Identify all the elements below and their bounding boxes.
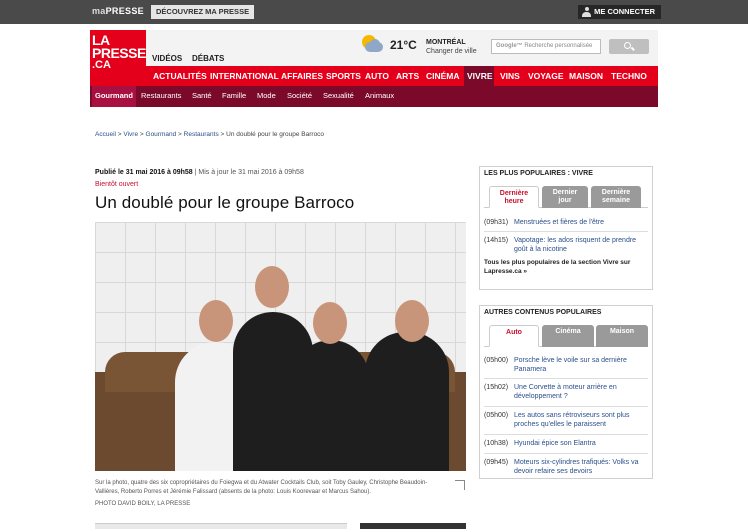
ma-presse-brand[interactable]: maPRESSE xyxy=(92,6,144,16)
debats-link[interactable]: DÉBATS xyxy=(192,54,224,63)
subnav-famille[interactable]: Famille xyxy=(219,86,249,107)
breadcrumb: Accueil > Vivre > Gourmand > Restaurants… xyxy=(95,131,325,138)
popular-link[interactable]: Menstruées et fières de l'être xyxy=(514,218,648,227)
expand-icon[interactable] xyxy=(455,480,465,490)
popular-heading: LES PLUS POPULAIRES : VIVRE xyxy=(484,170,593,177)
nav-auto[interactable]: AUTO xyxy=(362,66,392,86)
other-popular-box: AUTRES CONTENUS POPULAIRES Auto Cinéma M… xyxy=(479,305,653,479)
publish-date: Publié le 31 mai 2016 à 09h58 | Mis à jo… xyxy=(95,169,304,176)
popular-more-note: Tous les plus populaires de la section V… xyxy=(484,259,631,275)
videos-link[interactable]: VIDÉOS xyxy=(152,54,182,63)
subnav-sante[interactable]: Santé xyxy=(189,86,215,107)
top-bar: maPRESSE DÉCOUVREZ MA PRESSE ME CONNECTE… xyxy=(0,0,748,24)
photo-credit: PHOTO DAVID BOILY, LA PRESSE xyxy=(95,501,191,507)
main-nav: ACTUALITÉS INTERNATIONAL AFFAIRES SPORTS… xyxy=(146,66,658,86)
popular-tabs: Dernière heure Dernier jour Dernière semain… xyxy=(484,186,648,208)
list-item: (09h45) Moteurs six-cylindres trafiqués:… xyxy=(484,458,648,476)
list-item: (05h00) Les autos sans rétroviseurs sont… xyxy=(484,411,648,429)
search-input[interactable]: Google™ Recherche personnalisée xyxy=(491,39,601,54)
other-tabs: Auto Cinéma Maison xyxy=(484,325,648,347)
other-link[interactable]: Les autos sans rétroviseurs sont plus pr… xyxy=(514,411,648,429)
nav-maison[interactable]: MAISON xyxy=(566,66,606,86)
other-link[interactable]: Moteurs six-cylindres trafiqués: Volks v… xyxy=(514,458,648,476)
breadcrumb-current: Un doublé pour le groupe Barroco xyxy=(226,131,325,138)
article-kicker: Bientôt ouvert xyxy=(95,181,139,188)
change-city-link[interactable]: Changer de ville xyxy=(426,48,477,55)
la-presse-logo[interactable]: LA PRESSE .CA xyxy=(90,30,146,86)
nav-cinema[interactable]: CINÉMA xyxy=(423,66,463,86)
nav-techno[interactable]: TECHNO xyxy=(608,66,650,86)
subnav-restaurants[interactable]: Restaurants xyxy=(138,86,184,107)
other-link[interactable]: Hyundai épice son Elantra xyxy=(514,439,648,448)
nav-arts[interactable]: ARTS xyxy=(393,66,422,86)
sub-nav: Gourmand Restaurants Santé Famille Mode … xyxy=(90,86,658,107)
nav-affaires[interactable]: AFFAIRES xyxy=(278,66,326,86)
list-item: (10h38) Hyundai épice son Elantra xyxy=(484,439,648,449)
nav-voyage[interactable]: VOYAGE xyxy=(525,66,567,86)
tab-derniere-semaine[interactable]: Dernière semaine xyxy=(591,186,641,208)
other-heading: AUTRES CONTENUS POPULAIRES xyxy=(484,309,602,316)
subnav-societe[interactable]: Société xyxy=(284,86,315,107)
nav-international[interactable]: INTERNATIONAL xyxy=(207,66,282,86)
breadcrumb-vivre[interactable]: Vivre xyxy=(123,131,138,138)
subnav-mode[interactable]: Mode xyxy=(254,86,279,107)
list-item: (14h15) Vapotage: les ados risquent de p… xyxy=(484,236,648,254)
related-block-dark xyxy=(360,523,466,529)
discover-ma-presse-button[interactable]: DÉCOUVREZ MA PRESSE xyxy=(151,5,255,19)
nav-vins[interactable]: VINS xyxy=(497,66,523,86)
list-item: (15h02) Une Corvette à moteur arrière en… xyxy=(484,383,648,401)
list-item: (05h00) Porsche lève le voile sur sa der… xyxy=(484,356,648,374)
tab-cinema[interactable]: Cinéma xyxy=(542,325,594,347)
article-photo[interactable] xyxy=(95,222,466,471)
breadcrumb-gourmand[interactable]: Gourmand xyxy=(146,131,177,138)
nav-vivre[interactable]: VIVRE xyxy=(464,66,494,86)
nav-actualites[interactable]: ACTUALITÉS xyxy=(150,66,210,86)
list-item: (09h31) Menstruées et fières de l'être xyxy=(484,218,648,228)
temperature: 21°C xyxy=(390,38,417,52)
popular-link[interactable]: Vapotage: les ados risquent de prendre g… xyxy=(514,236,648,254)
breadcrumb-accueil[interactable]: Accueil xyxy=(95,131,116,138)
weather-cloud-sun-icon[interactable] xyxy=(360,34,386,60)
tab-derniere-heure[interactable]: Dernière heure xyxy=(489,186,539,208)
user-icon xyxy=(582,7,592,17)
search-button[interactable] xyxy=(609,39,649,54)
popular-box: LES PLUS POPULAIRES : VIVRE Dernière heur… xyxy=(479,166,653,290)
subnav-gourmand[interactable]: Gourmand xyxy=(92,86,136,107)
other-link[interactable]: Une Corvette à moteur arrière en dévelop… xyxy=(514,383,648,401)
login-label: ME CONNECTER xyxy=(594,7,655,16)
related-block xyxy=(95,523,347,529)
tab-maison[interactable]: Maison xyxy=(596,325,648,347)
other-link[interactable]: Porsche lève le voile sur sa dernière Pa… xyxy=(514,356,648,374)
tab-dernier-jour[interactable]: Dernier jour xyxy=(542,186,588,208)
city-name: MONTRÉAL xyxy=(426,39,466,46)
tab-auto[interactable]: Auto xyxy=(489,325,539,347)
subnav-sexualite[interactable]: Sexualité xyxy=(320,86,357,107)
login-button[interactable]: ME CONNECTER xyxy=(578,5,661,19)
article-title: Un doublé pour le groupe Barroco xyxy=(95,193,355,212)
subnav-animaux[interactable]: Animaux xyxy=(362,86,397,107)
lapresse-link[interactable]: Lapresse.ca » xyxy=(484,268,527,275)
breadcrumb-restaurants[interactable]: Restaurants xyxy=(184,131,219,138)
photo-caption: Sur la photo, quatre des six copropriéta… xyxy=(95,480,428,495)
nav-sports[interactable]: SPORTS xyxy=(323,66,364,86)
